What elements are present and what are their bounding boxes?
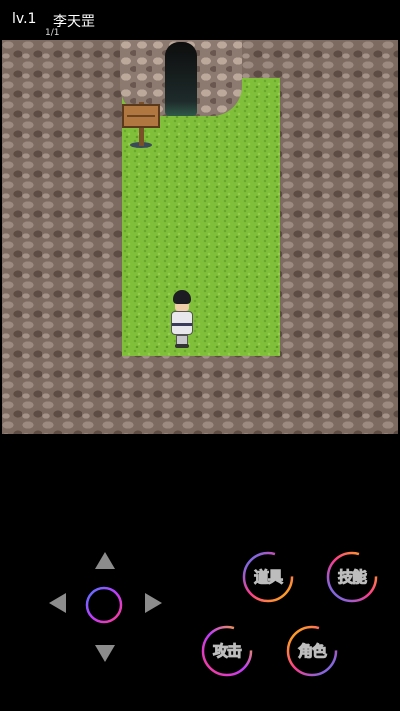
game-map[interactable] — [2, 40, 398, 434]
arrow-down-icon[interactable] — [95, 645, 115, 662]
skill-button[interactable]: 技能 — [325, 550, 379, 604]
signpost[interactable] — [122, 102, 160, 148]
page-indicator: 1/1 — [45, 28, 60, 38]
hero-feet — [175, 344, 189, 348]
arrow-up-icon[interactable] — [95, 552, 115, 569]
hero-belt — [172, 323, 192, 326]
attack-button-label: 攻击 — [212, 642, 242, 661]
item-button-label: 道具 — [253, 568, 283, 587]
joystick-ring-icon[interactable] — [84, 585, 124, 625]
hud-bar: lv.1 李天罡 1/1 — [0, 0, 400, 40]
attack-button[interactable]: 攻击 — [200, 624, 254, 678]
arrow-right-icon[interactable] — [145, 593, 162, 613]
signpost-board — [122, 104, 160, 128]
cave-entrance[interactable] — [165, 42, 197, 116]
player-character — [167, 290, 197, 348]
skill-button-label: 技能 — [337, 568, 367, 587]
hero-hair — [173, 290, 191, 304]
character-button[interactable]: 角色 — [285, 624, 339, 678]
level-label: lv.1 — [12, 11, 37, 27]
arrow-left-icon[interactable] — [49, 593, 66, 613]
item-button[interactable]: 道具 — [241, 550, 295, 604]
character-button-label: 角色 — [297, 642, 327, 661]
